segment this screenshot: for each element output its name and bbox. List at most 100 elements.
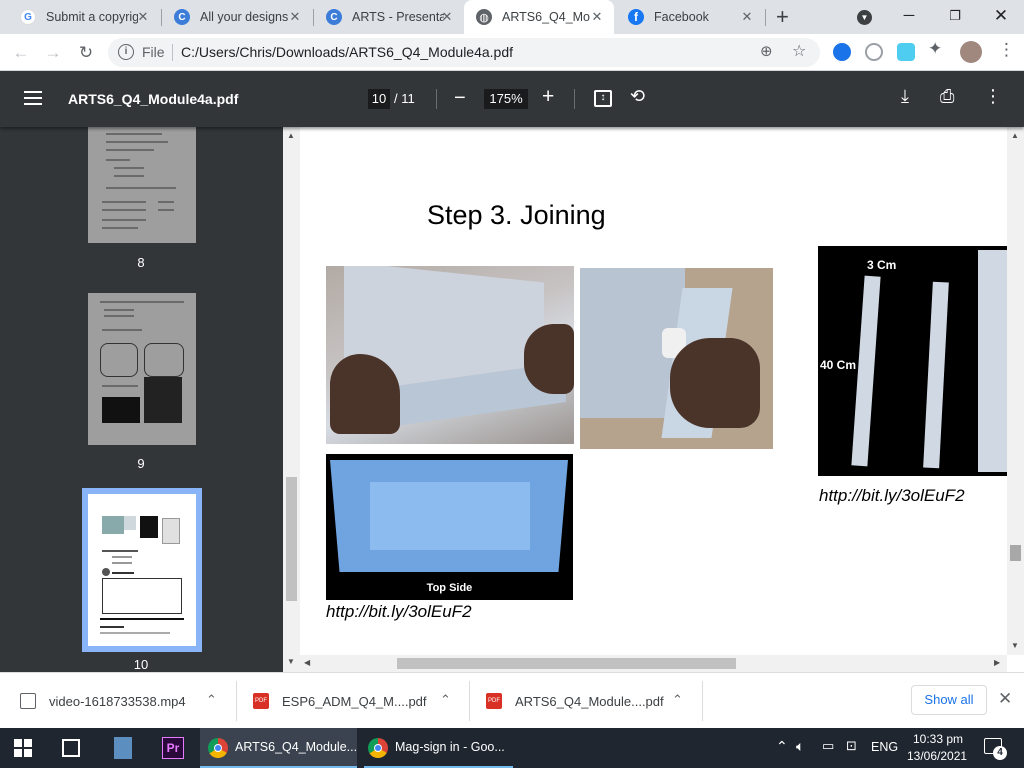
minimize-button[interactable]: ─: [886, 0, 932, 34]
download-divider: [236, 681, 237, 721]
tab-3-active[interactable]: ◍ ARTS6_Q4_Mod ✕: [464, 0, 614, 34]
volume-icon[interactable]: 🔈︎: [796, 738, 804, 755]
forward-icon[interactable]: →: [40, 40, 66, 66]
close-tab-icon[interactable]: ✕: [588, 8, 606, 26]
download-divider: [702, 681, 703, 721]
scroll-down-icon[interactable]: ▼: [1011, 641, 1019, 650]
calculator-icon[interactable]: [114, 737, 132, 759]
scroll-up-icon[interactable]: ▲: [1011, 131, 1019, 140]
toolbar-divider: [436, 89, 437, 109]
close-tab-icon[interactable]: ✕: [438, 8, 456, 26]
clock-time[interactable]: 10:33 pm: [913, 732, 963, 746]
sidebar-scrollbar[interactable]: ▲ ▼: [283, 127, 300, 672]
thumbnail-sidebar: 8 9 10: [0, 127, 283, 672]
scroll-right-icon[interactable]: ▶: [994, 658, 1000, 667]
document-scroll-thumb[interactable]: [1010, 545, 1021, 561]
network-icon[interactable]: ⊡: [846, 738, 857, 754]
scroll-left-icon[interactable]: ◀: [304, 658, 310, 667]
horizontal-scroll-thumb[interactable]: [397, 658, 736, 669]
profile-avatar[interactable]: [960, 41, 982, 63]
close-window-button[interactable]: ✕: [978, 0, 1024, 34]
thumbnail-label: 9: [137, 456, 145, 471]
tab-4[interactable]: f Facebook ✕: [616, 0, 764, 34]
strip-length-label: 40 Cm: [820, 358, 857, 372]
thumbnail-page-9[interactable]: [88, 293, 196, 445]
tab-title: All your designs: [200, 10, 289, 24]
tab-title: ARTS6_Q4_Mod: [502, 10, 590, 24]
pdf-title: ARTS6_Q4_Module4a.pdf: [68, 91, 239, 107]
sidebar-scroll-thumb[interactable]: [286, 477, 297, 601]
extension-globe-icon[interactable]: [833, 43, 851, 61]
download-item[interactable]: PDF ARTS6_Q4_Module....pdf ⌃: [486, 673, 701, 729]
tab-search-icon[interactable]: ▼: [857, 10, 872, 25]
battery-icon[interactable]: ▭: [822, 738, 834, 754]
new-tab-button[interactable]: +: [776, 4, 789, 30]
link-right[interactable]: http://bit.ly/3olEuF2: [819, 486, 965, 506]
tab-title: Submit a copyright: [46, 10, 138, 24]
close-tab-icon[interactable]: ✕: [738, 8, 756, 26]
download-name: ARTS6_Q4_Module....pdf: [515, 694, 664, 709]
chevron-up-icon[interactable]: ⌃: [206, 692, 217, 708]
photo-applying-glue: [580, 268, 773, 449]
clock-date[interactable]: 13/06/2021: [907, 749, 967, 763]
reload-icon[interactable]: ↻: [73, 40, 99, 66]
download-item[interactable]: PDF ESP6_ADM_Q4_M....pdf ⌃: [253, 673, 468, 729]
show-hidden-icons-chevron-icon[interactable]: ⌃: [776, 738, 788, 755]
language-indicator[interactable]: ENG: [871, 740, 898, 754]
pdf-toolbar: ARTS6_Q4_Module4a.pdf 10 / 11 − 175% + ↕…: [0, 71, 1024, 127]
sidebar-menu-icon[interactable]: [24, 91, 42, 105]
chrome-icon: [368, 738, 388, 758]
strip-width-label: 3 Cm: [867, 258, 897, 272]
url-text[interactable]: C:/Users/Chris/Downloads/ARTS6_Q4_Module…: [181, 44, 513, 60]
document-vertical-scrollbar[interactable]: ▲ ▼: [1007, 127, 1024, 655]
task-view-icon[interactable]: [62, 739, 80, 757]
more-options-icon[interactable]: ⋮: [984, 86, 1002, 107]
print-icon[interactable]: ⎙: [940, 86, 954, 107]
download-name: ESP6_ADM_Q4_M....pdf: [282, 694, 427, 709]
bookmark-star-icon[interactable]: ☆: [792, 41, 806, 61]
close-tab-icon[interactable]: ✕: [134, 8, 152, 26]
document-horizontal-scrollbar[interactable]: ◀ ▶: [300, 655, 1007, 672]
download-item[interactable]: video-1618733538.mp4 ⌃: [20, 673, 235, 729]
extension-diamond-icon[interactable]: [897, 43, 915, 61]
back-icon[interactable]: ←: [8, 40, 34, 66]
page-number-input[interactable]: 10: [368, 89, 390, 109]
address-divider: [172, 44, 173, 61]
zoom-out-button[interactable]: −: [454, 87, 466, 110]
thumbnail-page-8[interactable]: [88, 127, 196, 243]
zoom-in-button[interactable]: +: [542, 85, 554, 109]
scroll-down-icon[interactable]: ▼: [287, 657, 295, 666]
scheme-label: File: [142, 44, 165, 60]
zoom-icon[interactable]: ⊕: [760, 42, 773, 60]
tab-1[interactable]: C All your designs ✕: [162, 0, 312, 34]
taskbar-app-chrome-signin[interactable]: Mag-sign in - Goo...: [360, 728, 517, 768]
extensions-puzzle-icon[interactable]: ✦: [928, 39, 942, 59]
link-left[interactable]: http://bit.ly/3olEuF2: [326, 602, 472, 622]
tab-2[interactable]: C ARTS - Presentati ✕: [314, 0, 464, 34]
notification-count-badge: 4: [993, 746, 1007, 760]
photo-board-strips: 3 Cm 40 Cm: [818, 246, 1007, 476]
screen: G Submit a copyright ✕ C All your design…: [0, 0, 1024, 768]
premiere-pro-icon[interactable]: Pr: [162, 737, 184, 759]
rotate-icon[interactable]: ⟲: [630, 86, 645, 107]
site-info-icon[interactable]: i: [118, 44, 134, 60]
chevron-up-icon[interactable]: ⌃: [440, 692, 451, 708]
thumbnail-page-10[interactable]: [88, 494, 196, 646]
scroll-up-icon[interactable]: ▲: [287, 131, 295, 140]
chevron-up-icon[interactable]: ⌃: [672, 692, 683, 708]
fit-page-icon[interactable]: ↕: [594, 90, 612, 107]
canva-icon: C: [326, 9, 342, 25]
chrome-menu-icon[interactable]: ⋮: [998, 40, 1015, 60]
close-downloads-icon[interactable]: ✕: [998, 689, 1012, 709]
close-tab-icon[interactable]: ✕: [286, 8, 304, 26]
tab-0[interactable]: G Submit a copyright ✕: [8, 0, 160, 34]
taskbar-app-chrome-pdf[interactable]: ARTS6_Q4_Module...: [200, 728, 357, 768]
step-title: Step 3. Joining: [427, 200, 606, 230]
windows-start-icon[interactable]: [14, 739, 32, 757]
download-icon[interactable]: ⤓: [901, 86, 909, 107]
extension-atom-icon[interactable]: [865, 43, 883, 61]
show-all-button[interactable]: Show all: [911, 685, 987, 715]
zoom-input[interactable]: 175%: [484, 89, 528, 109]
restore-button[interactable]: ❐: [932, 0, 978, 34]
address-bar[interactable]: i File C:/Users/Chris/Downloads/ARTS6_Q4…: [108, 38, 820, 67]
